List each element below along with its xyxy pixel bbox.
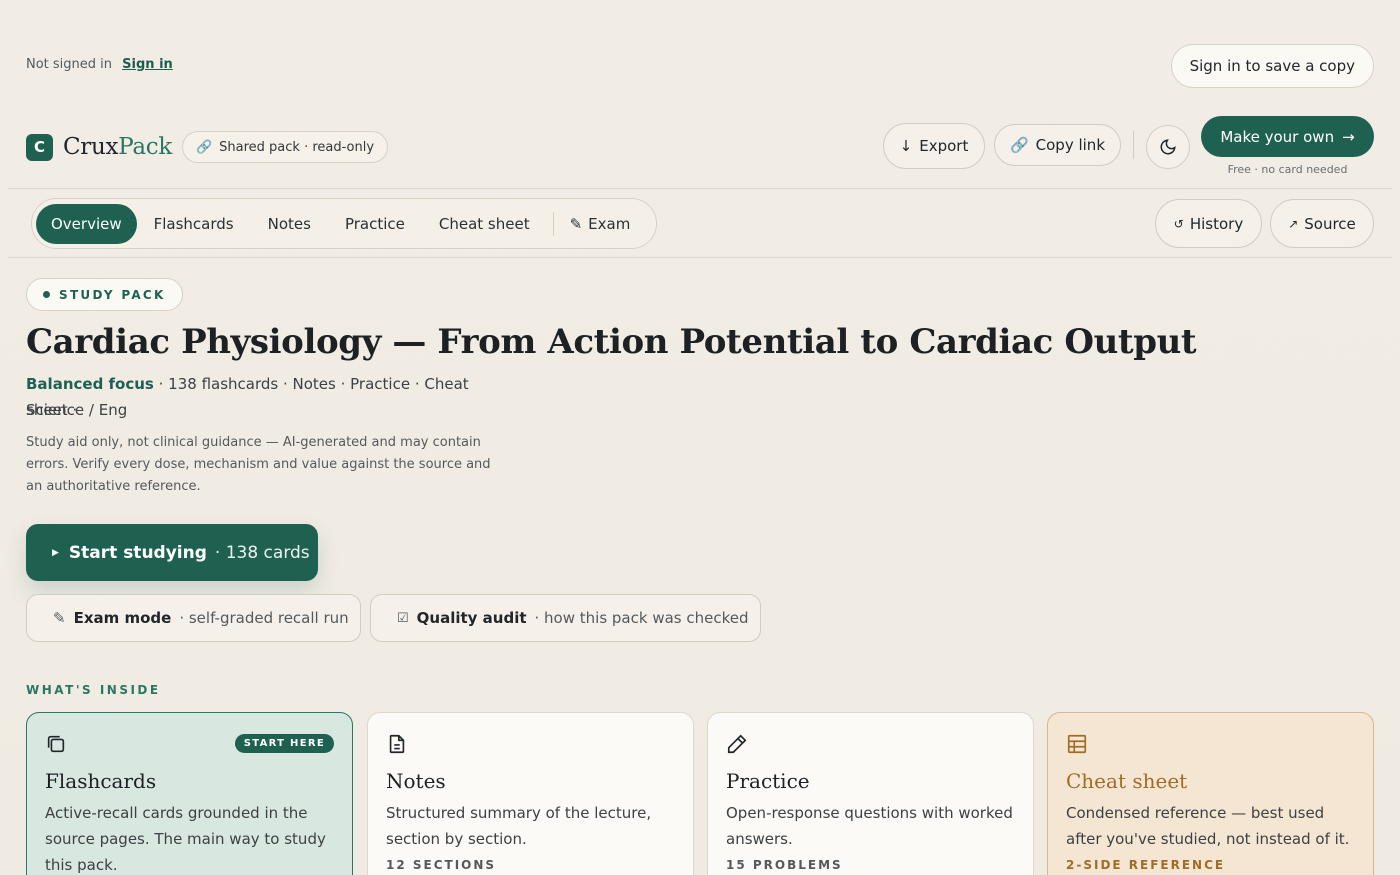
quality-audit-label: Quality audit: [416, 609, 527, 627]
focus-mode: Balanced focus: [26, 375, 154, 393]
badge-dot-icon: [43, 291, 50, 298]
tab-practice[interactable]: Practice: [328, 204, 422, 244]
arrow-down-icon: ↓: [899, 137, 913, 155]
start-here-badge: START HERE: [234, 734, 334, 753]
pencil-icon: ✎: [569, 214, 583, 233]
copy-link-label: Copy link: [1035, 136, 1106, 154]
link-icon: 🔗: [1009, 136, 1029, 154]
start-label: Start studying: [68, 542, 207, 563]
arrow-right-icon: →: [1342, 127, 1355, 146]
quality-audit-button[interactable]: ☑ Quality audit · how this pack was chec…: [370, 594, 761, 642]
whats-inside-label: WHAT'S INSIDE: [26, 683, 161, 697]
export-button[interactable]: ↓ Export: [883, 123, 985, 169]
card-description: Structured summary of the lecture, secti…: [386, 804, 652, 848]
checkbox-icon: ☑: [397, 610, 409, 626]
pencil-icon: ✎: [53, 609, 66, 627]
card-footer: 15 PROBLEMS: [726, 858, 843, 872]
table-icon: [1067, 734, 1087, 754]
history-icon: ↺: [1173, 216, 1184, 231]
moon-icon: [1160, 139, 1176, 155]
tab-bar: Overview Flashcards Notes Practice Cheat…: [31, 198, 657, 249]
disclaimer: Study aid only, not clinical guidance — …: [26, 435, 491, 494]
card-title: Cheat sheet: [1066, 769, 1188, 793]
practice-card[interactable]: Practice Open-response questions with wo…: [707, 712, 1034, 875]
header-divider: [1133, 131, 1134, 159]
pack-subject: Science / Eng: [26, 401, 128, 419]
make-your-own-button[interactable]: Make your own →: [1201, 116, 1374, 157]
card-title: Flashcards: [45, 769, 157, 793]
auth-status: Not signed in: [26, 57, 113, 72]
tab-divider: [552, 211, 554, 236]
card-title: Notes: [386, 769, 446, 793]
exam-mode-button[interactable]: ✎ Exam mode · self-graded recall run: [26, 594, 361, 642]
tab-cheat-sheet[interactable]: Cheat sheet: [422, 204, 547, 244]
theme-toggle-button[interactable]: [1146, 125, 1190, 169]
tab-exam[interactable]: ✎ Exam: [560, 204, 648, 244]
history-label: History: [1189, 214, 1244, 233]
notes-card[interactable]: Notes Structured summary of the lecture,…: [367, 712, 694, 875]
study-pack-badge: STUDY PACK: [26, 278, 183, 311]
study-pack-label: STUDY PACK: [59, 287, 166, 302]
tab-overview[interactable]: Overview: [36, 203, 137, 244]
brand-name-part2: Pack: [118, 134, 172, 160]
quality-audit-sub: · how this pack was checked: [534, 609, 749, 627]
flashcards-card[interactable]: START HERE Flashcards Active-recall card…: [26, 712, 353, 875]
divider: [8, 257, 1392, 258]
card-footer: 2-SIDE REFERENCE: [1066, 858, 1226, 872]
sign-in-link[interactable]: Sign in: [122, 57, 173, 72]
document-icon: [389, 734, 405, 754]
link-icon: 🔗: [195, 139, 213, 155]
make-own-label: Make your own: [1220, 127, 1335, 146]
external-link-icon: ↗: [1288, 216, 1299, 231]
tab-flashcards[interactable]: Flashcards: [137, 204, 251, 244]
shared-pack-label: Shared pack · read-only: [219, 139, 375, 155]
cheat-sheet-card[interactable]: Cheat sheet Condensed reference — best u…: [1047, 712, 1374, 875]
make-own-subtitle: Free · no card needed: [1227, 163, 1348, 176]
start-studying-button[interactable]: ▶ Start studying · 138 cards: [26, 524, 318, 581]
exam-mode-sub: · self-graded recall run: [179, 609, 349, 627]
play-icon: ▶: [52, 547, 59, 558]
card-description: Active-recall cards grounded in the sour…: [45, 804, 326, 874]
save-copy-button[interactable]: Sign in to save a copy: [1170, 44, 1374, 88]
card-description: Open-response questions with worked answ…: [726, 804, 1013, 848]
divider: [8, 188, 1392, 189]
tab-notes[interactable]: Notes: [251, 204, 328, 244]
brand: C CruxPack 🔗 Shared pack · read-only: [26, 131, 389, 163]
brand-name-part1: Crux: [63, 134, 119, 160]
pencil-icon: [727, 734, 747, 754]
history-button[interactable]: ↺ History: [1155, 199, 1262, 248]
start-sub: · 138 cards: [214, 542, 310, 563]
export-label: Export: [919, 137, 969, 155]
page-title: Cardiac Physiology — From Action Potenti…: [26, 322, 1197, 362]
auth-status-row: Not signed in Sign in: [26, 57, 173, 72]
source-label: Source: [1304, 214, 1356, 233]
exam-mode-label: Exam mode: [73, 609, 172, 627]
brand-logo: C: [26, 133, 53, 161]
shared-pack-pill: 🔗 Shared pack · read-only: [181, 131, 389, 163]
brand-name[interactable]: CruxPack: [63, 134, 172, 160]
card-title: Practice: [726, 769, 810, 793]
card-footer: 12 SECTIONS: [386, 858, 497, 872]
source-button[interactable]: ↗ Source: [1270, 199, 1374, 248]
card-description: Condensed reference — best used after yo…: [1066, 804, 1350, 848]
tab-exam-label: Exam: [588, 214, 631, 233]
cards-icon: [47, 735, 65, 753]
copy-link-button[interactable]: 🔗 Copy link: [994, 124, 1121, 166]
